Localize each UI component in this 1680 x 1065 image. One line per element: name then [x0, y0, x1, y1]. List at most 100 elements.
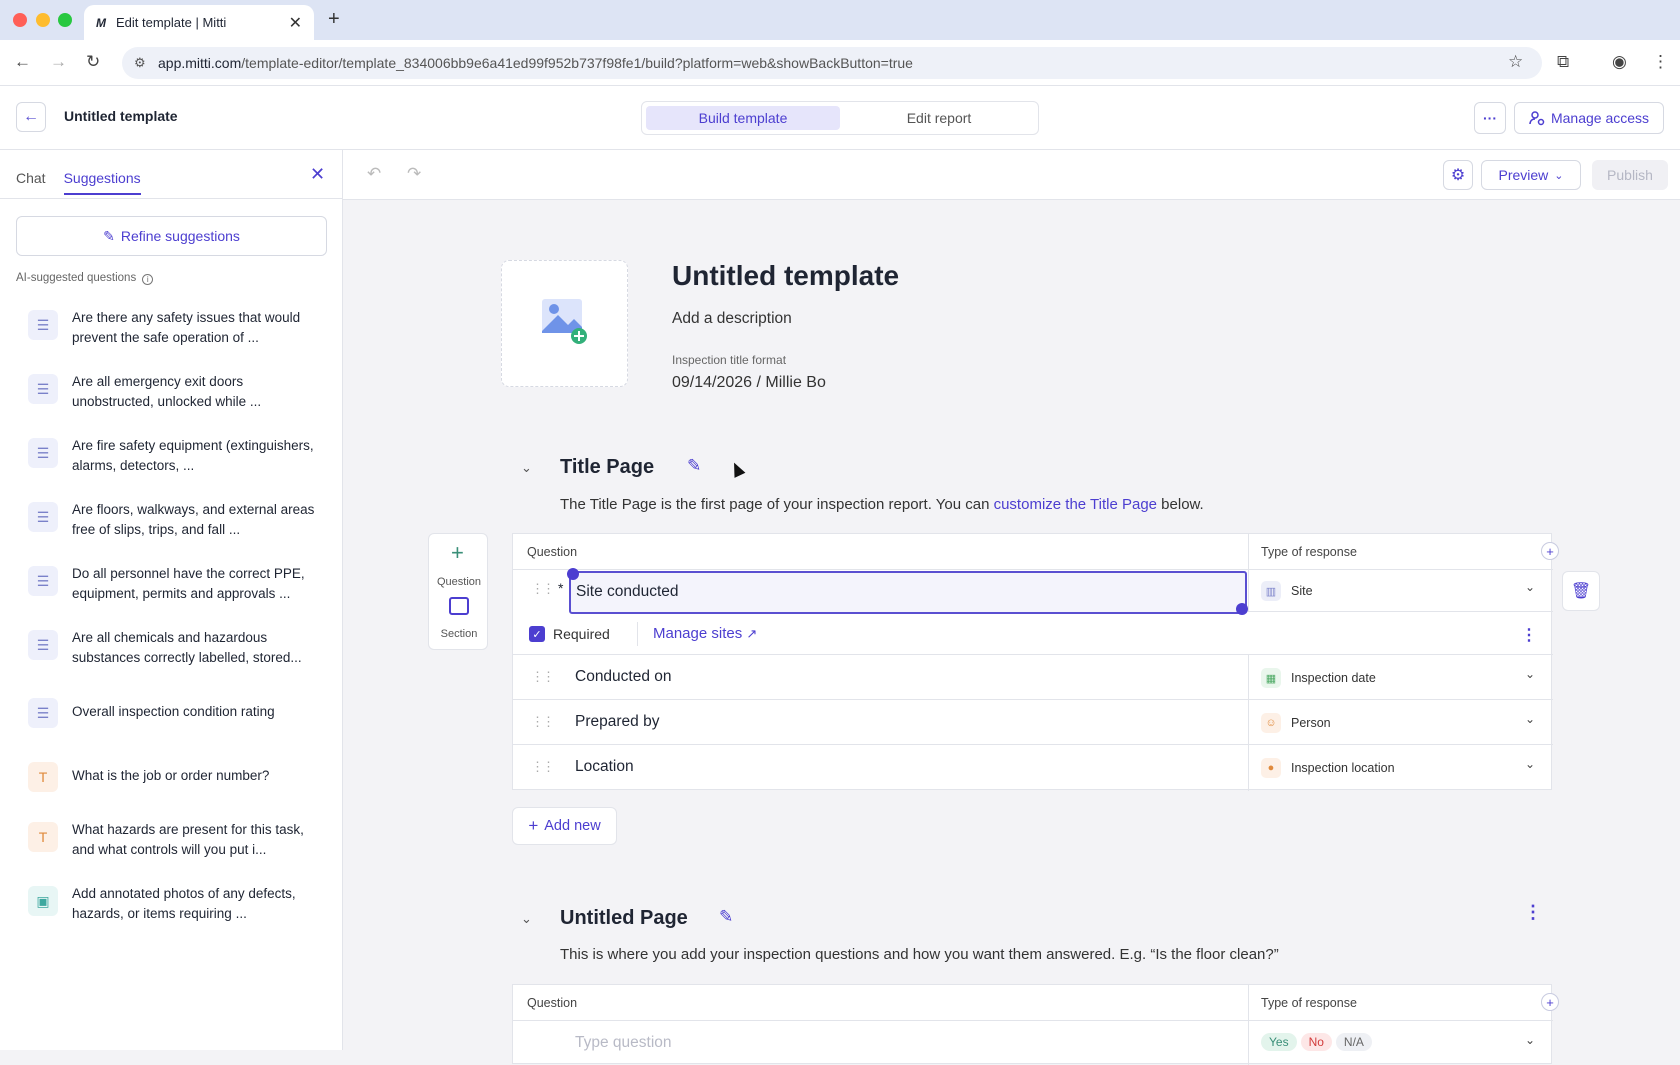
page-options-icon[interactable]: ⋮ [1524, 902, 1542, 923]
template-image-placeholder[interactable] [501, 260, 628, 387]
column-header-question: Question [527, 996, 578, 1010]
photo-icon: ▣ [28, 886, 58, 916]
collapse-untitled-page-icon[interactable]: ⌄ [521, 911, 532, 927]
required-label: Required [553, 626, 610, 642]
browser-toolbar: ← → ↻ ⚙ app.mitti.com/template-editor/te… [0, 40, 1680, 86]
refine-suggestions-button[interactable]: ✎ Refine suggestions [16, 216, 327, 256]
selection-handle[interactable] [1236, 603, 1248, 615]
add-section-icon[interactable] [449, 597, 469, 615]
manage-sites-label: Manage sites [653, 625, 743, 642]
publish-button[interactable]: Publish [1592, 160, 1668, 190]
response-type-label: Inspection location [1291, 761, 1395, 775]
url-host: app.mitti.com [158, 55, 242, 71]
add-new-button[interactable]: + Add new [512, 807, 617, 845]
address-bar[interactable]: ⚙ app.mitti.com/template-editor/template… [122, 47, 1542, 79]
preview-button[interactable]: Preview ⌄ [1481, 160, 1581, 190]
row-options-icon[interactable]: ⋮ [1521, 625, 1537, 645]
add-question-label[interactable]: Question [429, 576, 489, 588]
add-question-icon[interactable]: + [451, 540, 464, 566]
chevron-down-icon[interactable]: ⌄ [1525, 1033, 1535, 1047]
minimize-window-dot[interactable] [36, 13, 50, 27]
chevron-down-icon[interactable]: ⌄ [1525, 757, 1535, 771]
question-text[interactable]: Conducted on [575, 668, 672, 686]
drag-handle-icon[interactable]: ⋮⋮ [531, 714, 555, 730]
extensions-icon[interactable]: ⧉ [1557, 52, 1569, 72]
suggestion-item[interactable]: ☰ Are there any safety issues that would … [28, 308, 328, 348]
customize-title-page-link[interactable]: customize the Title Page [994, 496, 1157, 513]
suggestion-item[interactable]: ☰ Are floors, walkways, and external area… [28, 500, 328, 540]
suggestion-item[interactable]: ▣ Add annotated photos of any defects, ha… [28, 884, 328, 924]
bookmark-star-icon[interactable]: ☆ [1508, 52, 1523, 72]
drag-handle-icon[interactable]: ⋮⋮ [531, 669, 555, 685]
chevron-down-icon[interactable]: ⌄ [1525, 667, 1535, 681]
title-format-value[interactable]: 09/14/2026 / Millie Bo [672, 374, 826, 392]
add-column-icon[interactable]: + [1541, 542, 1559, 560]
mouse-cursor [728, 460, 746, 478]
chevron-down-icon[interactable]: ⌄ [1525, 580, 1535, 594]
response-type-location[interactable]: ● Inspection location [1261, 758, 1395, 778]
back-button[interactable]: ← [16, 102, 46, 132]
collapse-title-page-icon[interactable]: ⌄ [521, 460, 532, 476]
browser-menu-icon[interactable]: ⋮ [1652, 52, 1669, 72]
manage-access-button[interactable]: Manage access [1514, 102, 1664, 134]
close-tab-icon[interactable]: ✕ [289, 13, 302, 33]
forward-arrow-icon[interactable]: → [50, 52, 67, 72]
edit-pencil-icon[interactable]: ✎ [719, 907, 733, 927]
suggestion-item[interactable]: T What hazards are present for this task,… [28, 820, 328, 860]
question-placeholder[interactable]: Type question [575, 1034, 672, 1052]
column-divider [1248, 534, 1249, 612]
info-icon[interactable]: i [142, 274, 154, 285]
new-tab-icon[interactable]: + [328, 8, 340, 31]
trash-icon: 🗑 [1570, 583, 1592, 600]
close-sidebar-icon[interactable]: ✕ [310, 164, 325, 185]
column-header-response: Type of response [1261, 545, 1357, 559]
response-type-site[interactable]: ▥ Site [1261, 581, 1313, 601]
close-window-dot[interactable] [13, 13, 27, 27]
browser-tab[interactable]: M Edit template | Mitti ✕ [84, 5, 314, 40]
suggestion-item[interactable]: ☰ Do all personnel have the correct PPE, … [28, 564, 328, 604]
drag-handle-icon[interactable]: ⋮⋮ [531, 759, 555, 775]
delete-question-button[interactable]: 🗑 [1562, 571, 1600, 611]
suggestion-item[interactable]: ☰ Are all emergency exit doors unobstruct… [28, 372, 328, 412]
maximize-window-dot[interactable] [58, 13, 72, 27]
question-input[interactable]: Site conducted [569, 571, 1247, 614]
chevron-down-icon[interactable]: ⌄ [1525, 712, 1535, 726]
suggestion-item[interactable]: T What is the job or order number? [28, 760, 328, 792]
tab-suggestions[interactable]: Suggestions [63, 170, 141, 195]
redo-icon[interactable]: ↷ [407, 164, 421, 184]
suggestion-item[interactable]: ☰ Overall inspection condition rating [28, 696, 328, 728]
drag-handle-icon[interactable]: ⋮⋮ [531, 581, 555, 597]
manage-sites-link[interactable]: Manage sites ↗ [653, 625, 757, 642]
response-type-person[interactable]: ☺ Person [1261, 713, 1331, 733]
response-pills[interactable]: Yes No N/A [1261, 1033, 1376, 1051]
template-description[interactable]: Add a description [672, 310, 792, 328]
required-checkbox[interactable]: ✓ [529, 626, 545, 642]
tab-build-template[interactable]: Build template [646, 106, 840, 130]
plus-icon: + [528, 816, 539, 835]
location-pin-icon: ● [1261, 758, 1281, 778]
external-link-icon: ↗ [746, 626, 758, 641]
suggestions-sidebar: Chat Suggestions ✕ ✎ Refine suggestions … [0, 150, 343, 1050]
suggestion-text: Add annotated photos of any defects, haz… [72, 886, 296, 921]
reload-icon[interactable]: ↻ [86, 52, 100, 72]
question-text[interactable]: Prepared by [575, 713, 659, 731]
tab-edit-report[interactable]: Edit report [842, 106, 1036, 130]
response-type-date[interactable]: ▦ Inspection date [1261, 668, 1376, 688]
template-title[interactable]: Untitled template [672, 260, 899, 292]
suggestion-item[interactable]: ☰ Are fire safety equipment (extinguisher… [28, 436, 328, 476]
tab-title: Edit template | Mitti [116, 15, 227, 30]
selection-handle[interactable] [567, 568, 579, 580]
profile-icon[interactable]: ◉ [1612, 52, 1627, 72]
add-column-icon[interactable]: + [1541, 993, 1559, 1011]
edit-pencil-icon[interactable]: ✎ [687, 456, 701, 476]
add-section-label[interactable]: Section [429, 628, 489, 640]
suggestion-item[interactable]: ☰ Are all chemicals and hazardous substan… [28, 628, 328, 668]
question-text[interactable]: Location [575, 758, 634, 776]
settings-button[interactable]: ⚙ [1443, 160, 1473, 190]
back-arrow-icon[interactable]: ← [14, 52, 31, 72]
pill-na: N/A [1335, 1033, 1372, 1051]
site-settings-icon[interactable]: ⚙ [134, 55, 146, 71]
tab-chat[interactable]: Chat [16, 170, 46, 195]
undo-icon[interactable]: ↶ [367, 164, 381, 184]
more-options-button[interactable]: ··· [1474, 102, 1506, 134]
